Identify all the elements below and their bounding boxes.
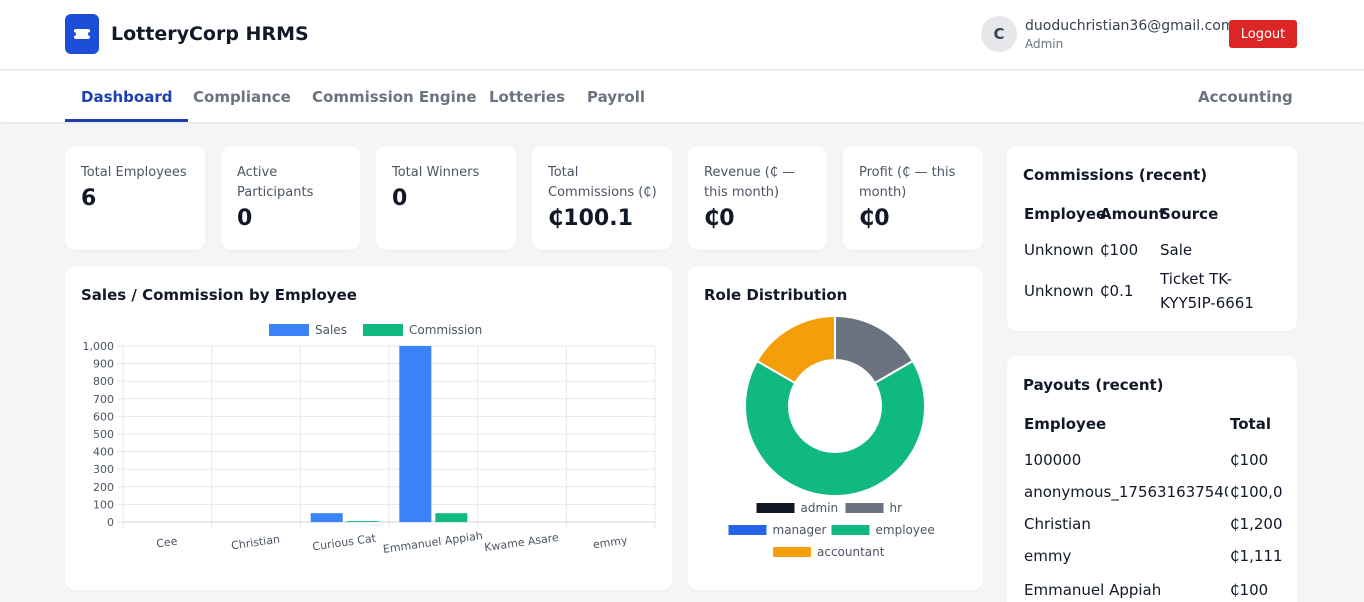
legend-swatch[interactable] [845, 503, 884, 513]
stat-value: ₵0 [704, 206, 735, 231]
app-title: LotteryCorp HRMS [111, 23, 309, 45]
stat-value: ₵0 [859, 206, 890, 231]
stat-label: Total Employees [81, 165, 187, 180]
x-tick-label: Christian [230, 533, 280, 553]
stat-label: Total Winners [392, 165, 480, 180]
table-cell-source: Sale [1160, 241, 1193, 259]
card-title: Payouts (recent) [1023, 376, 1164, 394]
column-header-employee: Employee [1024, 415, 1107, 433]
tab-payroll[interactable]: Payroll [587, 71, 645, 122]
slice-employee[interactable] [744, 359, 926, 497]
payouts-recent-card: Payouts (recent) Employee Total 100000 ₵… [1007, 356, 1297, 602]
legend-swatch[interactable] [363, 324, 403, 336]
stat-card-total-winners: Total Winners 0 [376, 146, 516, 250]
y-tick-label: 900 [93, 358, 114, 371]
user-role: Admin [1025, 37, 1064, 51]
legend-label[interactable]: Commission [409, 323, 482, 337]
user-email: duoduchristian36@gmail.com [1025, 18, 1235, 34]
tab-accounting[interactable]: Accounting [1198, 71, 1293, 122]
y-tick-label: 500 [93, 428, 114, 441]
y-tick-label: 100 [93, 498, 114, 511]
legend-label[interactable]: accountant [817, 545, 885, 559]
sales-commission-bar-chart: 0 100 200 300 400 500 600 700 800 900 1,000 Cee Chri… [83, 323, 656, 556]
card-title: Commissions (recent) [1023, 166, 1208, 184]
table-cell-total: ₵100,0 [1230, 483, 1283, 501]
stat-value: 0 [237, 206, 253, 231]
tab-lotteries[interactable]: Lotteries [489, 71, 565, 122]
column-header-total: Total [1230, 415, 1271, 433]
legend-swatch[interactable] [756, 503, 795, 513]
column-header-source: Source [1160, 205, 1219, 223]
stat-label: Active Participants [237, 165, 314, 200]
x-tick-label: Cee [155, 535, 178, 551]
role-distribution-card: Role Distribution admin hr manager employee… [688, 266, 983, 590]
legend-label[interactable]: hr [890, 501, 903, 515]
legend-swatch[interactable] [773, 547, 811, 557]
bar-commission[interactable] [346, 521, 379, 522]
table-cell-employee: Unknown [1024, 282, 1094, 300]
stat-label: Profit (₵ — this month) [859, 165, 956, 200]
logout-button[interactable]: Logout [1229, 20, 1297, 48]
stat-card-total-commissions: Total Commissions (₵) ₵100.1 [532, 146, 672, 250]
table-cell-employee: Christian [1024, 515, 1091, 533]
column-header-employee: Employee [1024, 205, 1107, 223]
table-cell-source: Ticket TK- [1160, 270, 1232, 288]
table-cell-amount: ₵100 [1100, 241, 1139, 259]
role-distribution-doughnut-chart: admin hr manager employee accountant [728, 314, 935, 559]
legend-label[interactable]: admin [801, 501, 839, 515]
stat-value: 0 [392, 186, 408, 211]
legend-swatch[interactable] [269, 324, 309, 336]
legend-label[interactable]: Sales [315, 323, 347, 337]
table-cell-employee: anonymous_1756316375400 [1024, 483, 1228, 501]
table-cell-employee: 100000 [1024, 451, 1082, 469]
column-header-amount: Amount [1100, 205, 1167, 223]
table-cell-total: ₵1,111 [1230, 547, 1283, 565]
table-cell-amount: ₵0.1 [1100, 282, 1134, 300]
y-tick-label: 600 [93, 410, 114, 423]
table-cell-employee: Unknown [1024, 241, 1094, 259]
stat-label: Total Commissions (₵) [548, 165, 657, 200]
table-cell-total: ₵100 [1230, 581, 1269, 599]
avatar[interactable]: C [981, 16, 1017, 52]
main-nav: Dashboard Compliance Commission Engine L… [0, 71, 1364, 122]
stat-value: ₵100.1 [548, 206, 633, 231]
y-tick-label: 0 [107, 516, 114, 529]
x-tick-label: Curious Cat [312, 532, 378, 554]
bar-sales[interactable] [310, 513, 343, 522]
commissions-recent-card: Commissions (recent) Employee Amount Sou… [1007, 146, 1297, 331]
legend-label[interactable]: manager [773, 523, 827, 537]
stat-card-revenue: Revenue (₵ — this month) ₵0 [688, 146, 827, 250]
y-tick-label: 800 [93, 375, 114, 388]
tab-dashboard[interactable]: Dashboard [65, 71, 189, 122]
stat-card-active-participants: Active Participants 0 [221, 146, 360, 250]
x-tick-label: emmy [592, 534, 629, 552]
legend-label[interactable]: employee [876, 523, 935, 537]
legend-swatch[interactable] [728, 525, 767, 535]
stat-card-total-employees: Total Employees 6 [65, 146, 205, 250]
bar-sales[interactable] [399, 346, 432, 522]
stat-value: 6 [81, 186, 97, 211]
payouts-table: Employee Total 100000 ₵100 anonymous_175… [1024, 412, 1286, 602]
y-tick-label: 200 [93, 481, 114, 494]
legend-swatch[interactable] [831, 525, 870, 535]
y-tick-label: 700 [93, 393, 114, 406]
y-tick-label: 300 [93, 463, 114, 476]
x-tick-label: Emmanuel Appiah [382, 529, 484, 556]
stat-label: Revenue (₵ — this month) [704, 165, 796, 200]
sales-commission-card: Sales / Commission by Employee 0 100 200 30… [65, 266, 672, 590]
table-cell-source-continued: KYY5IP-6661 [1160, 294, 1254, 312]
table-cell-total: ₵1,200 [1230, 515, 1283, 533]
y-tick-label: 400 [93, 446, 114, 459]
tab-compliance[interactable]: Compliance [193, 71, 291, 122]
y-tick-label: 1,000 [83, 340, 115, 353]
x-tick-label: Kwame Asare [483, 531, 559, 554]
table-cell-employee: emmy [1024, 547, 1072, 565]
tab-commission-engine[interactable]: Commission Engine [312, 71, 477, 122]
ticket-logo-icon [65, 14, 99, 54]
table-cell-employee: Emmanuel Appiah [1024, 581, 1162, 599]
table-cell-total: ₵100 [1230, 451, 1269, 469]
app-header: LotteryCorp HRMS C duoduchristian36@gmai… [0, 0, 1364, 70]
stat-card-profit: Profit (₵ — this month) ₵0 [843, 146, 983, 250]
bar-commission[interactable] [435, 513, 468, 522]
